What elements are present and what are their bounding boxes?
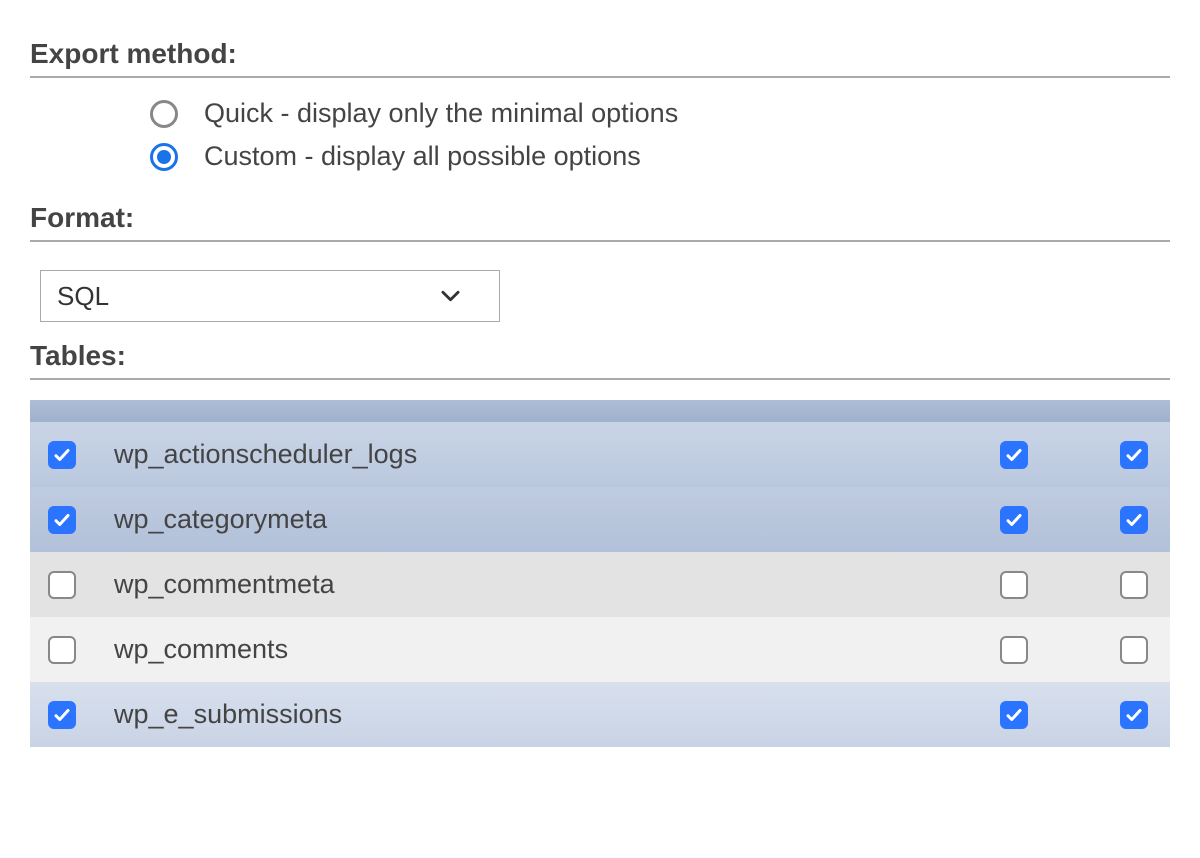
table-row: wp_e_submissions [30,682,1170,747]
table-row-extra-checkbox-group [1000,636,1148,664]
radio-label: Custom - display all possible options [204,141,641,172]
table-row: wp_categorymeta [30,487,1170,552]
table-data-checkbox[interactable] [1120,701,1148,729]
table-structure-checkbox[interactable] [1000,441,1028,469]
table-row-extra-checkbox-group [1000,571,1148,599]
format-select-value: SQL [57,281,109,312]
export-method-radio-group: Quick - display only the minimal options… [30,98,1170,172]
table-select-checkbox[interactable] [48,701,76,729]
table-data-checkbox[interactable] [1120,636,1148,664]
export-method-option-custom[interactable]: Custom - display all possible options [150,141,1170,172]
table-data-checkbox[interactable] [1120,441,1148,469]
table-data-checkbox[interactable] [1120,506,1148,534]
table-name-label: wp_categorymeta [114,504,1000,535]
tables-list-header-strip [30,400,1170,422]
radio-icon [150,100,178,128]
table-structure-checkbox[interactable] [1000,636,1028,664]
table-name-label: wp_comments [114,634,1000,665]
radio-icon [150,143,178,171]
table-select-checkbox[interactable] [48,506,76,534]
table-select-checkbox[interactable] [48,636,76,664]
table-row: wp_commentmeta [30,552,1170,617]
radio-label: Quick - display only the minimal options [204,98,678,129]
export-method-heading: Export method: [30,38,1170,78]
table-structure-checkbox[interactable] [1000,506,1028,534]
table-name-label: wp_commentmeta [114,569,1000,600]
chevron-down-icon [439,285,461,307]
table-data-checkbox[interactable] [1120,571,1148,599]
table-name-label: wp_e_submissions [114,699,1000,730]
table-row-extra-checkbox-group [1000,506,1148,534]
tables-heading: Tables: [30,340,1170,380]
table-row-extra-checkbox-group [1000,441,1148,469]
table-row: wp_comments [30,617,1170,682]
table-structure-checkbox[interactable] [1000,701,1028,729]
table-select-checkbox[interactable] [48,571,76,599]
table-structure-checkbox[interactable] [1000,571,1028,599]
format-heading: Format: [30,202,1170,242]
table-row: wp_actionscheduler_logs [30,422,1170,487]
table-row-extra-checkbox-group [1000,701,1148,729]
export-method-option-quick[interactable]: Quick - display only the minimal options [150,98,1170,129]
table-select-checkbox[interactable] [48,441,76,469]
format-select[interactable]: SQL [40,270,500,322]
table-name-label: wp_actionscheduler_logs [114,439,1000,470]
tables-list: wp_actionscheduler_logs wp_categorymetawp… [30,400,1170,747]
